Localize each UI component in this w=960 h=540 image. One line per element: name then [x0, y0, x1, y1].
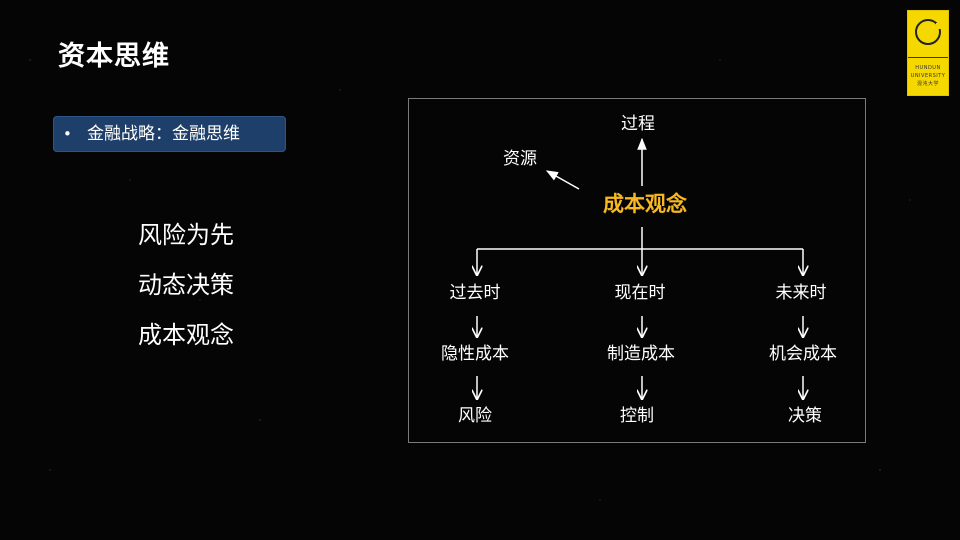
node-manufacturing-cost: 制造成本 — [607, 344, 675, 364]
node-hidden-cost: 隐性成本 — [441, 344, 509, 364]
bullet-marker: • — [63, 125, 72, 143]
node-process: 过程 — [621, 114, 655, 134]
diagram-connectors — [409, 137, 867, 444]
key-point-1: 风险为先 — [138, 221, 234, 249]
key-points-list: 风险为先 动态决策 成本观念 — [138, 210, 234, 360]
node-past: 过去时 — [449, 283, 501, 303]
node-risk: 风险 — [458, 406, 492, 426]
node-cost-concept: 成本观念 — [603, 192, 687, 216]
node-opportunity-cost: 机会成本 — [769, 344, 837, 364]
key-point-3: 成本观念 — [138, 321, 234, 349]
logo-emblem — [908, 11, 948, 58]
node-decision: 决策 — [788, 406, 822, 426]
hundun-logo: HUNDUN UNIVERSITY 混沌大学 — [907, 10, 949, 96]
node-future: 未来时 — [775, 283, 827, 303]
logo-ring-icon — [915, 19, 942, 45]
logo-text-line1: HUNDUN — [915, 65, 941, 71]
cost-concept-diagram: 过程 资源 成本观念 过去时 现在时 未来时 隐性成本 制造成本 机会成本 风险… — [408, 98, 866, 443]
logo-text-line2: UNIVERSITY — [910, 73, 946, 79]
section-bullet: • 金融战略：金融思维 — [53, 116, 286, 152]
arrow-to-resources — [545, 170, 580, 190]
node-control: 控制 — [620, 406, 654, 426]
node-resources: 资源 — [503, 149, 537, 169]
key-point-2: 动态决策 — [138, 271, 234, 299]
slide-title: 资本思维 — [58, 41, 170, 72]
logo-text-line3: 混沌大学 — [916, 81, 939, 87]
bullet-label: 金融战略：金融思维 — [87, 124, 240, 144]
node-present: 现在时 — [614, 283, 666, 303]
